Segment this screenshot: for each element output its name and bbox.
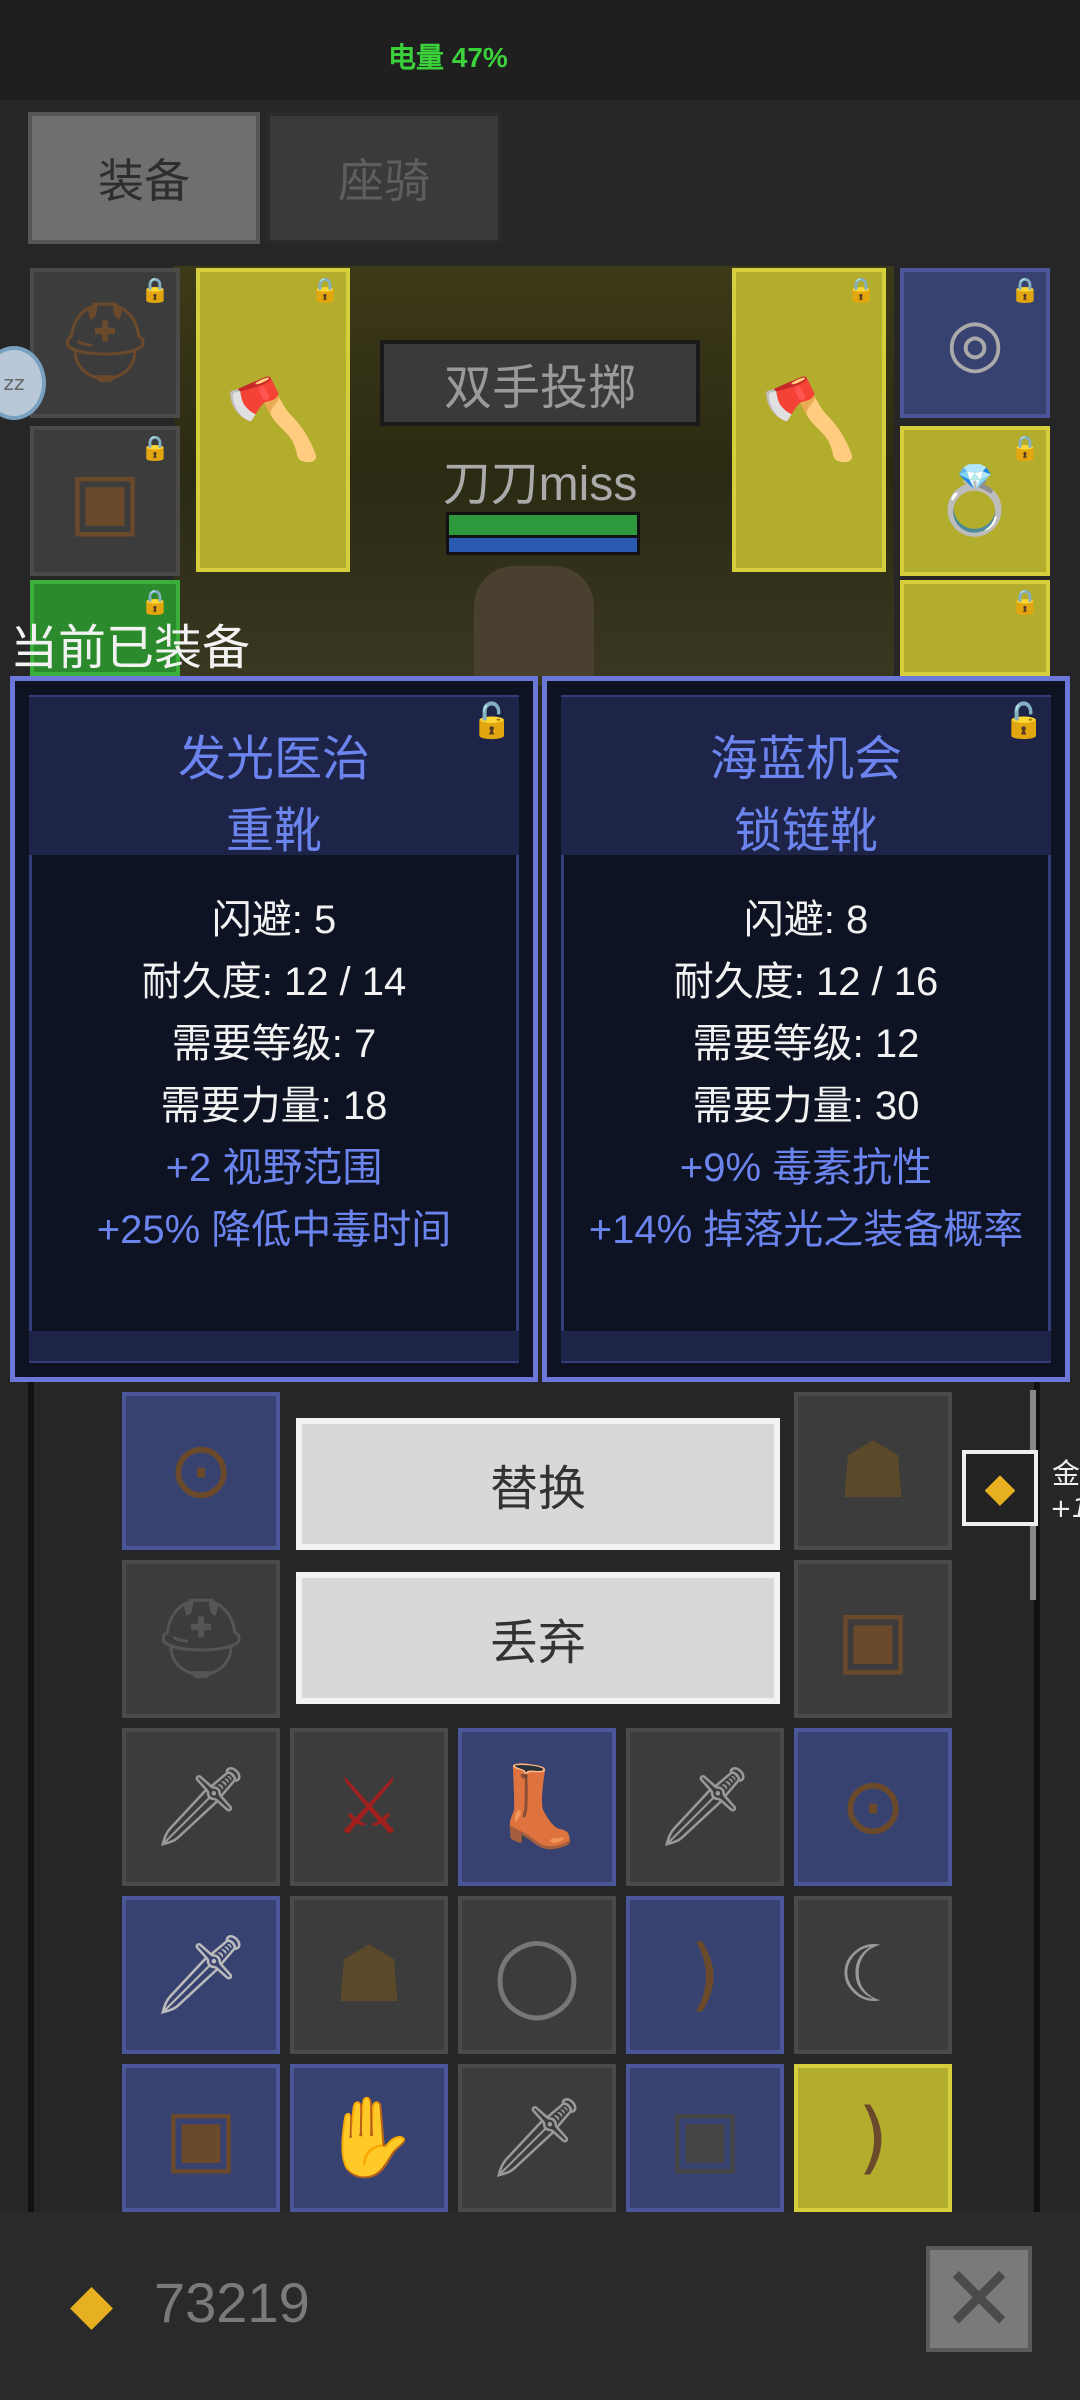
gauntlets-icon: ✋ — [320, 2093, 418, 2183]
inventory-slot[interactable]: ⊙ — [122, 1392, 280, 1550]
inventory-slot[interactable]: ◯ — [458, 1896, 616, 2054]
bonus-stat: +14% 掉落光之装备概率 — [588, 1208, 1024, 1252]
inventory-slot[interactable]: ) — [626, 1896, 784, 2054]
stat-durability: 耐久度: 12 / 16 — [673, 960, 939, 1004]
inventory-slot[interactable]: ⊙ — [794, 1728, 952, 1886]
bonus-stat: +25% 降低中毒时间 — [96, 1208, 452, 1252]
sword-icon: 🗡 — [151, 1762, 251, 1852]
battery-indicator: 电量 47% — [388, 42, 508, 73]
bonus-stat: +9% 毒素抗性 — [679, 1146, 933, 1190]
equip-slot-amulet[interactable]: 🔒 ◎ — [900, 268, 1050, 418]
equip-slot-right-hand[interactable]: 🔒 🪓 — [732, 268, 886, 572]
equip-slot-ring-1[interactable]: 🔒 💍 — [900, 426, 1050, 576]
status-bar — [0, 0, 1080, 100]
new-item-card: 🔓 海蓝机会 锁链靴 闪避: 8 耐久度: 12 / 16 需要等级: 12 需… — [542, 676, 1070, 1382]
lock-icon: 🔒 — [1010, 276, 1040, 304]
bow-icon: ) — [857, 2093, 889, 2183]
character-sprite — [474, 566, 594, 676]
item-type: 锁链靴 — [733, 803, 878, 859]
inventory-slot[interactable]: 🗡 — [458, 2064, 616, 2212]
item-type: 重靴 — [225, 803, 322, 859]
ring-icon: 💍 — [933, 462, 1017, 539]
inventory-slot[interactable]: 👢 — [458, 1728, 616, 1886]
inventory-slot[interactable]: 🗡 — [122, 1728, 280, 1886]
chest-armor-icon: ▣ — [836, 1594, 910, 1684]
lock-icon: 🔒 — [1010, 588, 1040, 616]
lock-icon: 🔒 — [1010, 434, 1040, 462]
boots-icon: 👢 — [488, 1762, 586, 1852]
hood-icon: ☗ — [838, 1426, 908, 1516]
stat-dodge: 闪避: 5 — [211, 898, 337, 942]
hood-icon: ☗ — [334, 1930, 404, 2020]
inventory-slot[interactable]: ☾ — [794, 1896, 952, 2054]
stat-required-level: 需要等级: 7 — [171, 1022, 377, 1066]
card-footer — [561, 1331, 1051, 1361]
lock-icon: 🔒 — [140, 434, 170, 462]
horned-helmet-icon: ⛑ — [151, 1594, 251, 1684]
inventory-slot[interactable]: ⛑ — [122, 1560, 280, 1718]
round-shield-icon: ⊙ — [840, 1762, 906, 1852]
axe-icon: 🪓 — [760, 375, 858, 465]
replace-button[interactable]: 替换 — [296, 1418, 780, 1550]
stat-dodge: 闪避: 8 — [743, 898, 869, 942]
inventory-slot[interactable]: ☗ — [794, 1392, 952, 1550]
gold-amount: 73219 — [154, 2271, 310, 2334]
item-name: 发光医治 — [177, 731, 370, 787]
inventory-slot[interactable]: ▣ — [794, 1560, 952, 1718]
discard-button[interactable]: 丢弃 — [296, 1572, 780, 1704]
inventory-slot[interactable]: 🗡 — [122, 1896, 280, 2054]
tab-mount[interactable]: 座骑 — [266, 112, 502, 244]
sword-icon: 🗡 — [487, 2093, 587, 2183]
chest-armor-icon: ▣ — [164, 2093, 238, 2183]
lock-icon: 🔒 — [140, 276, 170, 304]
round-shield-icon: ⊙ — [168, 1426, 234, 1516]
inventory-slot[interactable]: ▣ — [122, 2064, 280, 2212]
equip-slot-left-hand[interactable]: 🔒 🪓 — [196, 268, 350, 572]
dagger-icon: 🗡 — [151, 1930, 251, 2020]
sword-icon: 🗡 — [655, 1762, 755, 1852]
bonus-stat: +2 视野范围 — [165, 1146, 383, 1190]
bow-icon: ) — [689, 1930, 721, 2020]
amulet-icon: ◯ — [493, 1930, 581, 2020]
stat-required-strength: 需要力量: 18 — [160, 1084, 388, 1128]
amulet-icon: ◎ — [946, 304, 1004, 381]
lock-icon: 🔒 — [310, 276, 340, 304]
inventory-slot[interactable]: ⚔ — [290, 1728, 448, 1886]
gold-pickup-label: 金 — [1052, 1457, 1080, 1490]
chest-armor-icon: ▣ — [668, 2093, 742, 2183]
inventory-slot[interactable]: 🗡 — [626, 1728, 784, 1886]
mana-bar — [446, 535, 640, 555]
inventory-slot[interactable]: ✋ — [290, 2064, 448, 2212]
equip-slot-ring-2[interactable]: 🔒 — [900, 580, 1050, 676]
halberd-icon: ⚔ — [334, 1762, 404, 1852]
scimitar-icon: ☾ — [838, 1930, 908, 2020]
item-name: 海蓝机会 — [709, 731, 902, 787]
card-footer — [29, 1331, 519, 1361]
axe-icon: 🪓 — [224, 375, 322, 465]
equip-slot-armor[interactable]: 🔒 ▣ — [30, 426, 180, 576]
stat-required-level: 需要等级: 12 — [692, 1022, 920, 1066]
horned-helmet-icon: ⛑ — [55, 298, 155, 388]
gold-pickup-icon[interactable]: ◆ — [962, 1450, 1038, 1526]
stat-durability: 耐久度: 12 / 14 — [141, 960, 407, 1004]
lock-icon: 🔒 — [846, 276, 876, 304]
inventory-slot[interactable]: ▣ — [626, 2064, 784, 2212]
inventory-slot[interactable]: ) — [794, 2064, 952, 2212]
skill-bubble: 双手投掷 — [380, 340, 700, 426]
chest-armor-icon: ▣ — [68, 456, 142, 546]
close-button[interactable]: ✕ — [926, 2246, 1032, 2352]
close-icon: ✕ — [941, 2246, 1017, 2352]
gold-coins-icon: ◆ — [70, 2272, 114, 2337]
equipped-item-card: 🔓 发光医治 重靴 闪避: 5 耐久度: 12 / 14 需要等级: 7 需要力… — [10, 676, 538, 1382]
gold-pickup-value: +1 — [1050, 1494, 1080, 1524]
tab-equipment[interactable]: 装备 — [28, 112, 260, 244]
player-name: 刀刀miss — [442, 458, 638, 511]
equipped-section-label: 当前已装备 — [10, 620, 251, 676]
stat-required-strength: 需要力量: 30 — [692, 1084, 920, 1128]
inventory-slot[interactable]: ☗ — [290, 1896, 448, 2054]
equip-slot-helmet[interactable]: 🔒 ⛑ — [30, 268, 180, 418]
